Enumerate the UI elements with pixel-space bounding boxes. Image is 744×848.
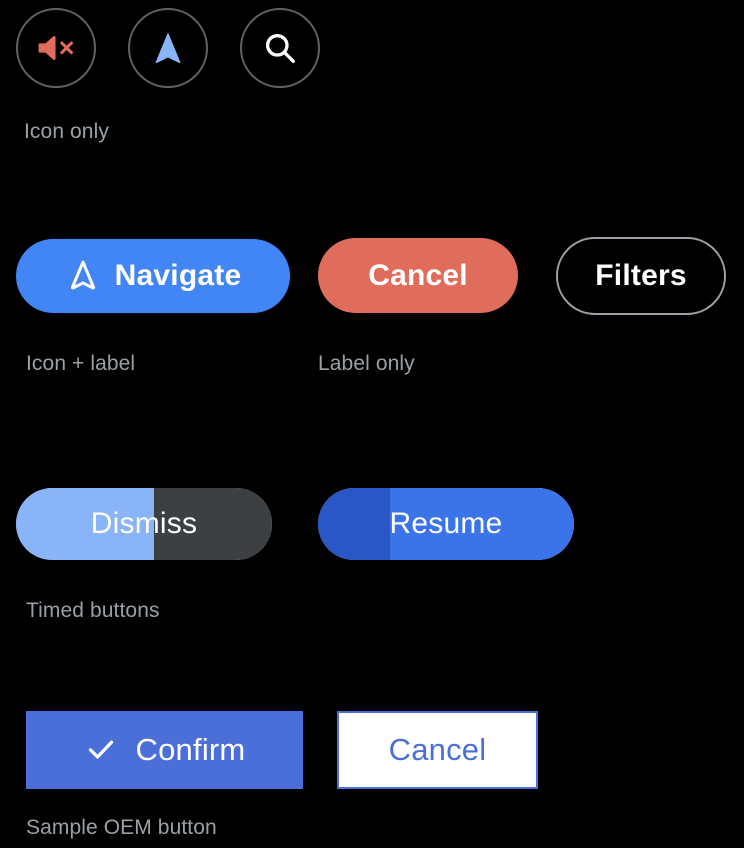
resume-button-label: Resume: [389, 507, 503, 540]
search-icon: [261, 29, 299, 67]
filters-button-label: Filters: [595, 259, 687, 292]
dismiss-button-label: Dismiss: [90, 507, 198, 540]
navigation-arrow-outline-icon: [65, 257, 101, 296]
navigate-button[interactable]: Navigate: [16, 239, 290, 313]
icon-only-caption: Icon only: [24, 120, 109, 143]
resume-timed-button[interactable]: Resume: [318, 488, 574, 560]
filters-button[interactable]: Filters: [556, 237, 726, 315]
mute-button[interactable]: [16, 8, 96, 88]
search-button[interactable]: [240, 8, 320, 88]
confirm-button-label: Confirm: [135, 732, 246, 767]
icon-label-caption: Icon + label: [26, 352, 136, 375]
navigate-button-label: Navigate: [114, 259, 242, 292]
navigation-arrow-icon: [148, 28, 188, 68]
dismiss-timed-button[interactable]: Dismiss: [16, 488, 272, 560]
confirm-button[interactable]: Confirm: [26, 711, 303, 789]
icon-only-button-row: [16, 8, 320, 88]
navigate-icon-button[interactable]: [128, 8, 208, 88]
check-icon: [84, 732, 118, 769]
label-only-caption: Label only: [318, 352, 415, 375]
oem-cancel-button[interactable]: Cancel: [337, 711, 538, 789]
volume-off-icon: [34, 26, 78, 70]
cancel-pill-label: Cancel: [368, 258, 468, 292]
oem-cancel-button-label: Cancel: [388, 732, 487, 767]
button-gallery-screen: Icon only Navigate Cancel Filters Icon +…: [0, 0, 744, 848]
timed-buttons-caption: Timed buttons: [26, 599, 160, 622]
oem-button-caption: Sample OEM button: [26, 816, 217, 839]
cancel-pill-button[interactable]: Cancel: [318, 238, 518, 313]
